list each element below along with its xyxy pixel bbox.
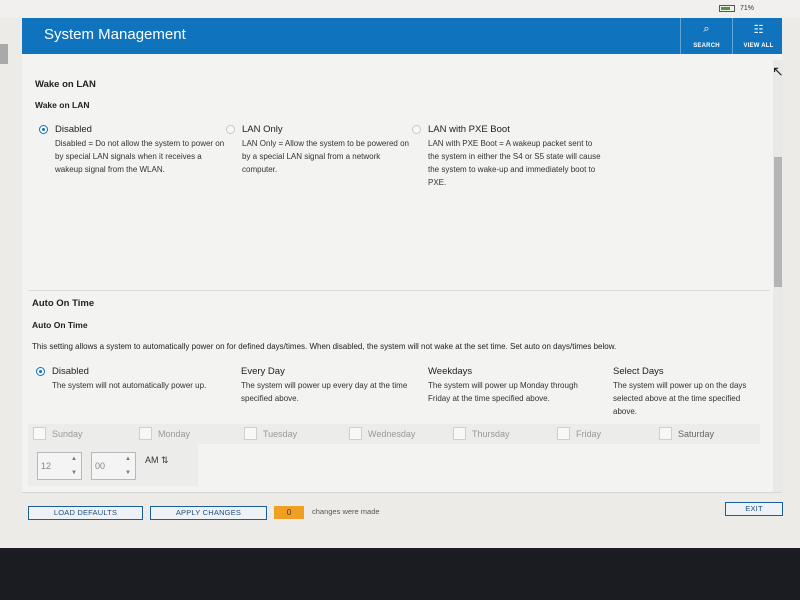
aot-option-title: Every Day bbox=[241, 366, 285, 377]
wol-option-desc: Disabled = Do not allow the system to po… bbox=[55, 139, 225, 174]
exit-button[interactable]: EXIT bbox=[725, 502, 783, 516]
aot-option-desc: The system will power up every day at th… bbox=[241, 381, 408, 403]
app-header: System Management ⌕ SEARCH ☷ VIEW ALL bbox=[22, 18, 782, 54]
checkbox-icon[interactable] bbox=[557, 427, 570, 440]
screen: 71% System Management ⌕ SEARCH ☷ VIEW AL… bbox=[0, 0, 800, 548]
radio-icon[interactable] bbox=[412, 125, 421, 134]
checkbox-icon[interactable] bbox=[659, 427, 672, 440]
checkbox-icon[interactable] bbox=[33, 427, 46, 440]
search-icon: ⌕ bbox=[703, 23, 710, 35]
checkbox-icon[interactable] bbox=[139, 427, 152, 440]
checkbox-icon[interactable] bbox=[244, 427, 257, 440]
radio-icon[interactable] bbox=[226, 125, 235, 134]
day-label: Sunday bbox=[52, 428, 83, 439]
wol-option-desc: LAN with PXE Boot = A wakeup packet sent… bbox=[428, 139, 601, 187]
aot-option-desc: The system will not automatically power … bbox=[52, 381, 207, 390]
scrollbar-thumb[interactable] bbox=[774, 157, 782, 287]
decrement-icon[interactable]: ▼ bbox=[125, 470, 131, 476]
app-title: System Management bbox=[44, 26, 186, 43]
device-bezel bbox=[0, 548, 800, 600]
aot-option-desc: The system will power up on the days sel… bbox=[613, 381, 747, 416]
wol-option-title: LAN with PXE Boot bbox=[428, 124, 510, 135]
battery-indicator: 71% bbox=[718, 5, 754, 12]
day-checkbox-saturday[interactable]: Saturday bbox=[659, 427, 714, 440]
day-checkbox-monday[interactable]: Monday bbox=[139, 427, 190, 440]
left-edge-tab bbox=[0, 44, 8, 64]
increment-icon[interactable]: ▲ bbox=[71, 456, 77, 462]
day-checkbox-tuesday[interactable]: Tuesday bbox=[244, 427, 297, 440]
aot-option-title: Disabled bbox=[52, 366, 89, 377]
day-label: Thursday bbox=[472, 428, 510, 439]
aot-option-desc: The system will power up Monday through … bbox=[428, 381, 578, 403]
search-button[interactable]: ⌕ SEARCH bbox=[680, 18, 732, 54]
apply-changes-button[interactable]: APPLY CHANGES bbox=[150, 506, 267, 520]
radio-selected-icon[interactable] bbox=[39, 125, 48, 134]
day-checkbox-friday[interactable]: Friday bbox=[557, 427, 601, 440]
search-label: SEARCH bbox=[693, 43, 720, 49]
changes-count-badge: 0 bbox=[274, 506, 304, 519]
auto-on-time-subtitle: Auto On Time bbox=[32, 320, 88, 330]
minute-stepper[interactable]: 00 ▲ ▼ bbox=[91, 452, 136, 480]
radio-selected-icon[interactable] bbox=[36, 367, 45, 376]
wol-option-title: LAN Only bbox=[242, 124, 283, 135]
day-checkbox-wednesday[interactable]: Wednesday bbox=[349, 427, 415, 440]
status-bar: 71% bbox=[0, 0, 800, 18]
decrement-icon[interactable]: ▼ bbox=[71, 470, 77, 476]
ampm-toggle[interactable]: AM ⇅ bbox=[145, 455, 169, 466]
wake-on-lan-subtitle: Wake on LAN bbox=[35, 100, 90, 110]
checkbox-icon[interactable] bbox=[349, 427, 362, 440]
auto-on-time-section-title: Auto On Time bbox=[32, 298, 95, 309]
battery-icon bbox=[718, 5, 735, 12]
battery-percent: 71% bbox=[739, 5, 754, 12]
day-checkbox-sunday[interactable]: Sunday bbox=[33, 427, 83, 440]
day-label: Tuesday bbox=[263, 428, 298, 439]
wol-option-title: Disabled bbox=[55, 124, 92, 135]
increment-icon[interactable]: ▲ bbox=[125, 456, 131, 462]
wol-option-desc: LAN Only = Allow the system to be powere… bbox=[242, 139, 409, 174]
aot-option-title: Weekdays bbox=[428, 366, 473, 377]
checkbox-icon[interactable] bbox=[453, 427, 466, 440]
auto-on-time-note: This setting allows a system to automati… bbox=[32, 342, 617, 351]
section-divider bbox=[28, 290, 770, 291]
hour-stepper[interactable]: 12 ▲ ▼ bbox=[37, 452, 82, 480]
aot-option-title: Select Days bbox=[613, 366, 664, 377]
hour-value: 12 bbox=[41, 461, 52, 471]
changes-status-text: changes were made bbox=[312, 507, 380, 516]
view-all-button[interactable]: ☷ VIEW ALL bbox=[732, 18, 784, 54]
day-label: Wednesday bbox=[368, 428, 416, 439]
minute-value: 00 bbox=[95, 461, 106, 471]
mouse-cursor-icon: ↖ bbox=[772, 63, 784, 79]
wake-on-lan-section-title: Wake on LAN bbox=[35, 79, 96, 90]
day-label: Saturday bbox=[678, 428, 715, 439]
day-label: Monday bbox=[158, 428, 191, 439]
day-checkbox-thursday[interactable]: Thursday bbox=[453, 427, 510, 440]
load-defaults-button[interactable]: LOAD DEFAULTS bbox=[28, 506, 143, 520]
view-all-label: VIEW ALL bbox=[743, 43, 774, 49]
day-label: Friday bbox=[576, 428, 602, 439]
settings-sliders-icon: ☷ bbox=[753, 24, 764, 36]
